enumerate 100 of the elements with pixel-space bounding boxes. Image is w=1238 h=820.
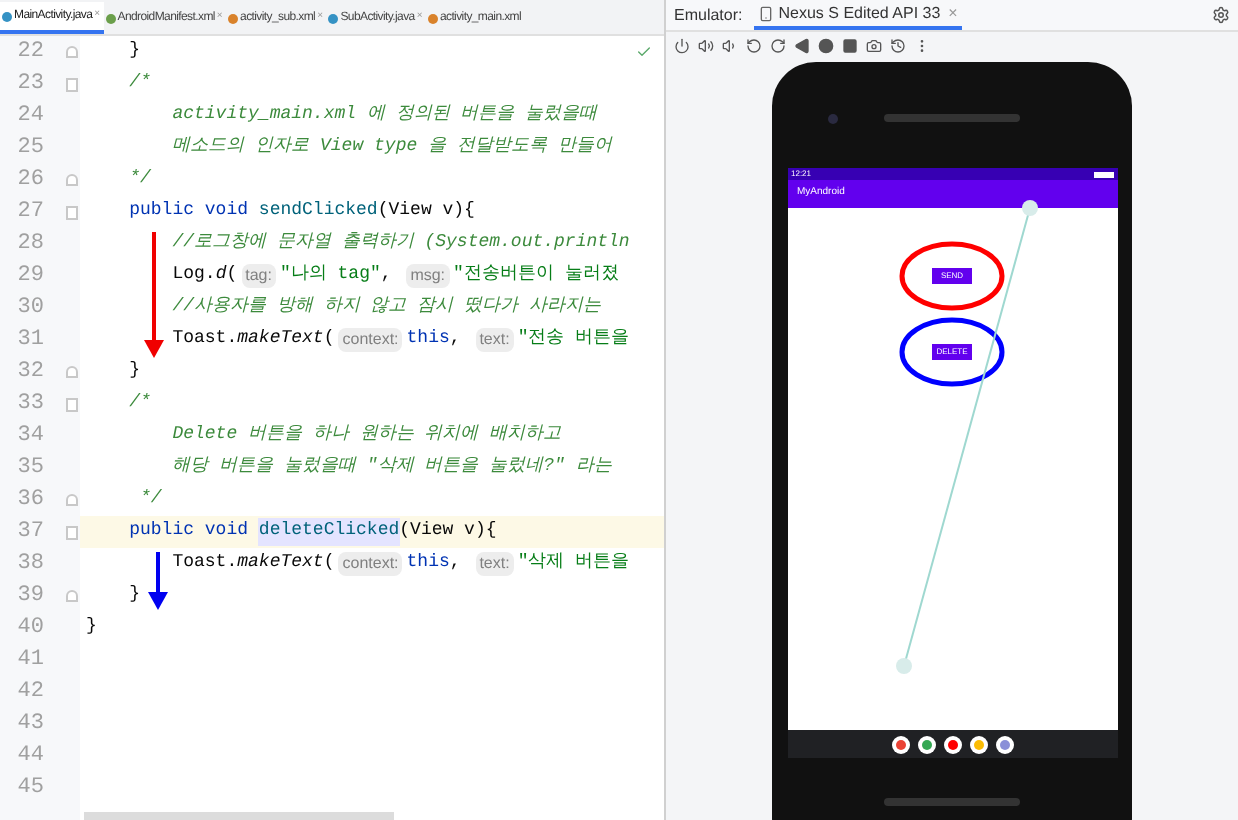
code-token: */	[127, 166, 151, 193]
code-token: (	[323, 326, 335, 353]
line-number: 38	[15, 549, 46, 580]
app-icon[interactable]	[917, 735, 935, 753]
code-token: (	[323, 550, 335, 577]
app-icon[interactable]	[891, 735, 909, 753]
code-token: */	[138, 486, 162, 513]
speaker-grille	[884, 798, 1020, 806]
file-icon	[105, 13, 116, 23]
device-tab[interactable]: Nexus S Edited API 33 ×	[754, 0, 962, 30]
code-token: sendClicked	[258, 198, 378, 225]
code-token: }	[86, 614, 97, 641]
line-number: 44	[15, 741, 46, 772]
parameter-hint: msg:	[406, 264, 450, 288]
code-token: "전송 버튼을	[517, 326, 630, 353]
code-token: Toast.	[170, 550, 238, 577]
panel-title: Emulator:	[674, 3, 743, 27]
parameter-hint: text:	[475, 552, 514, 576]
line-number: 31	[15, 325, 46, 356]
code-token: //로그창에 문자열 출력하기 (System.out.println	[170, 230, 630, 257]
app-icon[interactable]	[969, 735, 987, 753]
code-token: this	[406, 326, 450, 353]
code-token: }	[127, 358, 141, 385]
line-number: 30	[15, 293, 46, 324]
camera-lens	[828, 113, 838, 123]
code-token: Delete 버튼을 하나 원하는 위치에 배치하고	[170, 422, 562, 449]
code-token: activity_main.xml 에 정의된 버튼을 눌렀을때	[170, 102, 598, 129]
line-number: 32	[15, 357, 46, 388]
home-icon[interactable]	[818, 37, 834, 53]
code-token: makeText	[237, 550, 324, 577]
speaker-grille	[884, 114, 1020, 122]
code-token: }	[127, 582, 141, 609]
app-icon[interactable]	[943, 735, 961, 753]
line-number: 34	[15, 421, 46, 452]
code-token: (	[226, 262, 238, 289]
code-token: public void	[127, 518, 251, 545]
scrollbar[interactable]	[84, 812, 394, 820]
status-icons	[1093, 171, 1113, 177]
line-number: 43	[15, 709, 46, 740]
file-icon	[328, 13, 339, 23]
code-token: ,	[449, 550, 463, 577]
code-token: /*	[127, 390, 151, 417]
code-token: ,	[380, 262, 394, 289]
parameter-hint: context:	[338, 328, 403, 352]
code-token: Toast.	[170, 326, 238, 353]
code-token: (View v){	[399, 518, 497, 545]
line-number: 35	[15, 453, 46, 484]
line-number: 26	[15, 165, 46, 196]
snapshot-icon[interactable]	[890, 37, 906, 53]
overview-icon[interactable]	[842, 37, 858, 53]
line-number: 40	[15, 613, 46, 644]
parameter-hint: context:	[338, 552, 403, 576]
line-number: 23	[15, 69, 46, 100]
line-number: 42	[15, 677, 46, 708]
parameter-hint: text:	[475, 328, 514, 352]
line-number: 29	[15, 261, 46, 292]
code-token: 메소드의 인자로 View type 을 전달받도록 만들어	[170, 134, 612, 161]
line-number: 33	[15, 389, 46, 420]
code-token: /*	[127, 70, 151, 97]
code-token: }	[127, 38, 141, 65]
app-icon[interactable]	[995, 735, 1013, 753]
code-token: //사용자를 방해 하지 않고 잠시 떴다가 사라지는	[170, 294, 601, 321]
volume-down-icon[interactable]	[722, 37, 738, 53]
code-token: "나의 tag"	[279, 262, 381, 289]
line-number: 28	[15, 229, 46, 260]
code-token: makeText	[237, 326, 324, 353]
code-token: 해당 버튼을 눌렀을때 "삭제 버튼을 눌렀네?" 라는	[170, 454, 612, 481]
line-number: 36	[15, 485, 46, 516]
power-icon[interactable]	[674, 37, 690, 53]
line-number: 37	[15, 517, 46, 548]
line-number: 45	[15, 773, 46, 804]
line-number: 25	[15, 133, 46, 164]
camera-icon[interactable]	[866, 37, 882, 53]
file-icon	[228, 13, 239, 23]
line-number: 24	[15, 101, 46, 132]
parameter-hint: tag:	[241, 264, 276, 288]
line-number: 41	[15, 645, 46, 676]
code-token: d	[215, 262, 227, 289]
code-token: public void	[127, 198, 251, 225]
volume-up-icon[interactable]	[698, 37, 714, 53]
line-number: 39	[15, 581, 46, 612]
arrow-annotation	[144, 232, 164, 358]
code-token: deleteClicked	[258, 518, 400, 546]
code-token: "삭제 버튼을	[517, 550, 630, 577]
file-icon	[427, 13, 438, 23]
code-token: (View v){	[377, 198, 475, 225]
rotate-right-icon[interactable]	[770, 37, 786, 53]
code-token: "전송버튼이 눌러졌	[453, 262, 619, 289]
rotate-left-icon[interactable]	[746, 37, 762, 53]
arrow-annotation	[148, 552, 168, 610]
code-token: ,	[449, 326, 463, 353]
code-token: Log.	[170, 262, 216, 289]
check-icon	[636, 44, 652, 60]
file-icon	[2, 11, 12, 21]
settings-icon[interactable]	[1212, 6, 1230, 24]
line-number: 27	[15, 197, 46, 228]
phone-icon	[758, 5, 775, 21]
code-token: this	[406, 550, 450, 577]
line-number: 22	[15, 37, 46, 68]
back-icon[interactable]	[794, 37, 810, 53]
